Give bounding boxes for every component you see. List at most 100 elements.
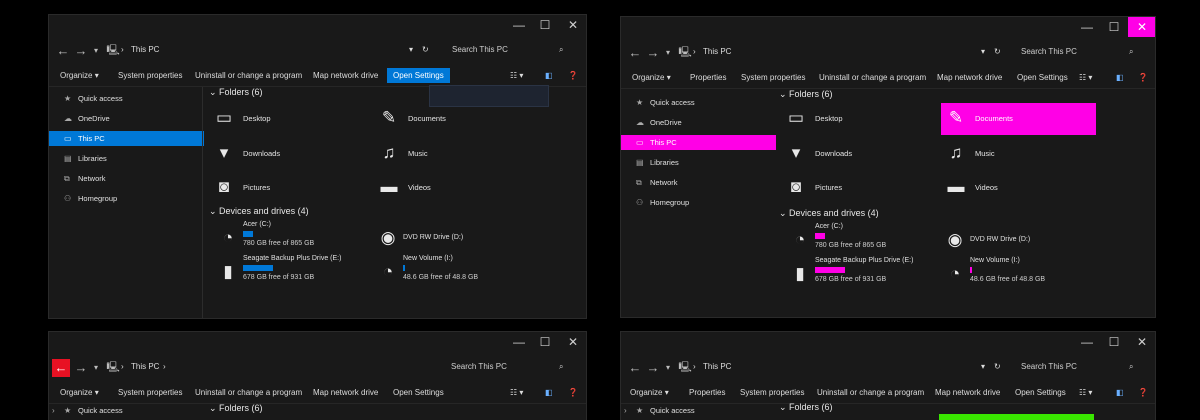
devices-header[interactable]: ⌄ Devices and drives (4): [209, 206, 309, 217]
recent-dropdown-icon[interactable]: ▾: [659, 359, 677, 377]
search-input[interactable]: Search This PC: [1021, 47, 1077, 56]
drive-c[interactable]: ◔ Acer (C:) 780 GB free of 865 GB: [214, 221, 364, 257]
sidebar-item-this-pc[interactable]: ▭ This PC: [621, 135, 776, 150]
folders-header[interactable]: ⌄ Folders (6): [779, 89, 833, 100]
system-properties-button[interactable]: System properties: [737, 385, 807, 400]
folders-header[interactable]: ⌄ Folders (6): [209, 87, 263, 98]
folder-videos[interactable]: ▬ Videos: [941, 172, 1091, 204]
folders-header[interactable]: ⌄ Folders (6): [779, 402, 833, 413]
maximize-button[interactable]: ☐: [1100, 17, 1128, 37]
search-icon[interactable]: ⌕: [1129, 362, 1133, 372]
preview-pane-icon[interactable]: ◧: [542, 385, 556, 400]
help-icon[interactable]: ❓: [565, 68, 581, 83]
help-icon[interactable]: ❓: [1135, 70, 1151, 85]
folder-videos[interactable]: ▬ Videos: [374, 172, 524, 204]
open-settings-button[interactable]: Open Settings: [390, 385, 447, 400]
system-properties-button[interactable]: System properties: [115, 68, 185, 83]
search-input[interactable]: Search This PC: [452, 45, 508, 54]
uninstall-program-button[interactable]: Uninstall or change a program: [192, 385, 305, 400]
close-button[interactable]: ✕: [559, 332, 586, 352]
preview-pane-icon[interactable]: ◧: [1113, 385, 1127, 400]
uninstall-program-button[interactable]: Uninstall or change a program: [816, 70, 929, 85]
close-button[interactable]: ✕: [1128, 17, 1155, 37]
back-arrow-icon[interactable]: ←: [626, 44, 644, 62]
breadcrumb[interactable]: This PC: [131, 45, 159, 54]
properties-button[interactable]: Properties: [686, 385, 728, 400]
search-input[interactable]: Search This PC: [451, 362, 507, 371]
maximize-button[interactable]: ☐: [531, 15, 559, 35]
preview-pane-icon[interactable]: ◧: [542, 68, 556, 83]
folder-music[interactable]: ♫ Music: [374, 138, 524, 170]
organize-button[interactable]: Organize ▾: [57, 385, 102, 400]
preview-pane-icon[interactable]: ◧: [1113, 70, 1127, 85]
breadcrumb[interactable]: This PC: [703, 362, 731, 371]
sidebar-item-quick-access[interactable]: ★ Quick access: [49, 91, 204, 106]
maximize-button[interactable]: ☐: [1100, 332, 1128, 352]
system-properties-button[interactable]: System properties: [738, 70, 808, 85]
sidebar-item-homegroup[interactable]: ⚇ Homegroup: [621, 195, 776, 210]
search-icon[interactable]: ⌕: [1129, 47, 1133, 57]
breadcrumb[interactable]: This PC: [703, 47, 731, 56]
minimize-button[interactable]: —: [505, 332, 533, 352]
organize-button[interactable]: Organize ▾: [57, 68, 102, 83]
sidebar-item-network[interactable]: ⧉ Network: [49, 171, 204, 186]
sidebar-item-onedrive[interactable]: ☁ OneDrive: [621, 115, 776, 130]
view-options-icon[interactable]: ☷ ▾: [1076, 70, 1095, 85]
drive-i[interactable]: ◔ New Volume (I:) 48.6 GB free of 48.8 GB: [941, 257, 1091, 293]
address-dropdown-icon[interactable]: ▾: [981, 47, 985, 56]
refresh-icon[interactable]: ↻: [994, 362, 1001, 371]
sidebar-item-network[interactable]: ⧉ Network: [621, 175, 776, 190]
properties-button[interactable]: Properties: [687, 70, 729, 85]
search-icon[interactable]: ⌕: [559, 45, 563, 55]
minimize-button[interactable]: —: [1073, 17, 1101, 37]
folder-desktop[interactable]: ▭ Desktop: [209, 103, 359, 135]
back-arrow-icon[interactable]: ←: [54, 42, 72, 60]
sidebar-item-onedrive[interactable]: ☁ OneDrive: [49, 111, 204, 126]
sidebar-item-quick-access[interactable]: › ★ Quick access: [621, 403, 776, 418]
sidebar-item-libraries[interactable]: ▤ Libraries: [49, 151, 204, 166]
sidebar-item-quick-access[interactable]: › ★ Quick access: [49, 403, 204, 418]
drive-d[interactable]: ◉ DVD RW Drive (D:): [374, 221, 524, 257]
folder-documents[interactable]: ✎ Documents: [941, 103, 1096, 135]
folder-documents[interactable]: [939, 414, 1094, 420]
folder-downloads[interactable]: ▾ Downloads: [209, 138, 359, 170]
back-arrow-icon[interactable]: ←: [626, 359, 644, 377]
uninstall-program-button[interactable]: Uninstall or change a program: [814, 385, 927, 400]
sidebar-item-this-pc[interactable]: ▭ This PC: [49, 131, 204, 146]
search-input[interactable]: Search This PC: [1021, 362, 1077, 371]
recent-dropdown-icon[interactable]: ▾: [87, 359, 105, 377]
close-button[interactable]: ✕: [1128, 332, 1155, 352]
view-options-icon[interactable]: ☷ ▾: [1076, 385, 1095, 400]
folder-desktop[interactable]: ▭ Desktop: [781, 103, 931, 135]
organize-button[interactable]: Organize ▾: [627, 385, 672, 400]
back-arrow-icon[interactable]: ←: [52, 359, 70, 377]
breadcrumb[interactable]: This PC: [131, 362, 159, 371]
refresh-icon[interactable]: ↻: [422, 45, 429, 54]
drive-e[interactable]: ▮ Seagate Backup Plus Drive (E:) 678 GB fr…: [214, 255, 364, 291]
help-icon[interactable]: ❓: [1135, 385, 1151, 400]
drive-c[interactable]: ◔ Acer (C:) 780 GB free of 865 GB: [786, 223, 936, 259]
sidebar-item-quick-access[interactable]: ★ Quick access: [621, 95, 776, 110]
refresh-icon[interactable]: ↻: [994, 47, 1001, 56]
drive-i[interactable]: ◔ New Volume (I:) 48.6 GB free of 48.8 GB: [374, 255, 524, 291]
sidebar-item-homegroup[interactable]: ⚇ Homegroup: [49, 191, 204, 206]
folder-pictures[interactable]: ◙ Pictures: [781, 172, 931, 204]
maximize-button[interactable]: ☐: [531, 332, 559, 352]
open-settings-button[interactable]: Open Settings: [387, 68, 450, 83]
drive-d[interactable]: ◉ DVD RW Drive (D:): [941, 223, 1091, 259]
search-icon[interactable]: ⌕: [559, 362, 563, 372]
folders-header[interactable]: ⌄ Folders (6): [209, 403, 263, 414]
map-network-drive-button[interactable]: Map network drive: [934, 70, 1005, 85]
uninstall-program-button[interactable]: Uninstall or change a program: [192, 68, 305, 83]
recent-dropdown-icon[interactable]: ▾: [87, 42, 105, 60]
open-settings-button[interactable]: Open Settings: [1012, 385, 1069, 400]
address-dropdown-icon[interactable]: ▾: [409, 45, 413, 54]
map-network-drive-button[interactable]: Map network drive: [310, 385, 381, 400]
help-icon[interactable]: ❓: [565, 385, 581, 400]
map-network-drive-button[interactable]: Map network drive: [310, 68, 381, 83]
organize-button[interactable]: Organize ▾: [629, 70, 674, 85]
view-options-icon[interactable]: ☷ ▾: [507, 68, 526, 83]
devices-header[interactable]: ⌄ Devices and drives (4): [779, 208, 879, 219]
folder-music[interactable]: ♫ Music: [941, 138, 1091, 170]
recent-dropdown-icon[interactable]: ▾: [659, 44, 677, 62]
